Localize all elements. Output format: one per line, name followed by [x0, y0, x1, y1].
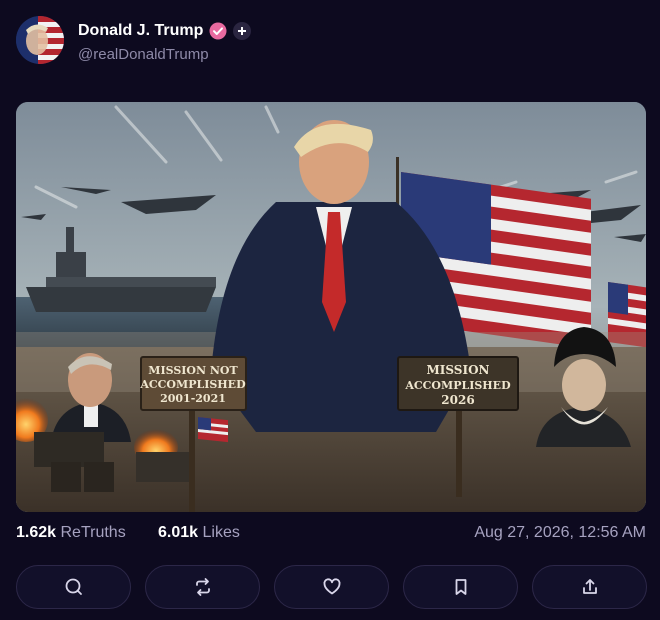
retruth-icon: [195, 578, 210, 596]
post-timestamp[interactable]: Aug 27, 2026, 12:56 AM: [474, 524, 646, 542]
likes-count: 6.01k: [158, 524, 199, 541]
sign-left-line1: MISSION NOT: [148, 364, 238, 377]
post-image[interactable]: MISSION NOT ACCOMPLISHED 2001-2021 MISSI…: [16, 102, 646, 512]
sign-mission-accomplished: MISSION ACCOMPLISHED 2026: [397, 356, 519, 411]
sign-left-line3: 2001-2021: [160, 392, 226, 405]
sign-left-line2: ACCOMPLISHED: [139, 378, 246, 391]
likes-label: Likes: [202, 524, 240, 541]
retruths-stat[interactable]: 1.62k ReTruths: [16, 524, 126, 542]
sign-right-line2: ACCOMPLISHED: [404, 379, 511, 392]
action-bar: [16, 565, 648, 611]
retruth-button[interactable]: [145, 565, 260, 609]
reply-icon: [65, 578, 82, 595]
post-stats: 1.62k ReTruths 6.01k Likes Aug 27, 2026,…: [16, 524, 646, 548]
retruths-label: ReTruths: [60, 524, 126, 541]
likes-stat[interactable]: 6.01k Likes: [158, 524, 240, 542]
bookmark-icon: [455, 579, 466, 595]
verified-badge-icon: [209, 22, 227, 40]
share-icon: [582, 579, 597, 594]
avatar[interactable]: [16, 16, 64, 64]
bookmark-button[interactable]: [403, 565, 518, 609]
author-name[interactable]: Donald J. Trump: [78, 22, 203, 40]
author-handle[interactable]: @realDonaldTrump: [78, 46, 209, 63]
like-button[interactable]: [274, 565, 389, 609]
post-header: Donald J. Trump @realDonaldTrump: [16, 14, 616, 68]
author-name-row: Donald J. Trump: [78, 20, 252, 42]
sign-right-line3: 2026: [441, 393, 474, 407]
retruths-count: 1.62k: [16, 524, 57, 541]
sign-mission-not-accomplished: MISSION NOT ACCOMPLISHED 2001-2021: [139, 356, 247, 411]
sign-right-line1: MISSION: [427, 363, 490, 377]
like-icon: [323, 578, 340, 595]
share-button[interactable]: [532, 565, 647, 609]
reply-button[interactable]: [16, 565, 131, 609]
plus-badge-icon[interactable]: [233, 22, 252, 40]
